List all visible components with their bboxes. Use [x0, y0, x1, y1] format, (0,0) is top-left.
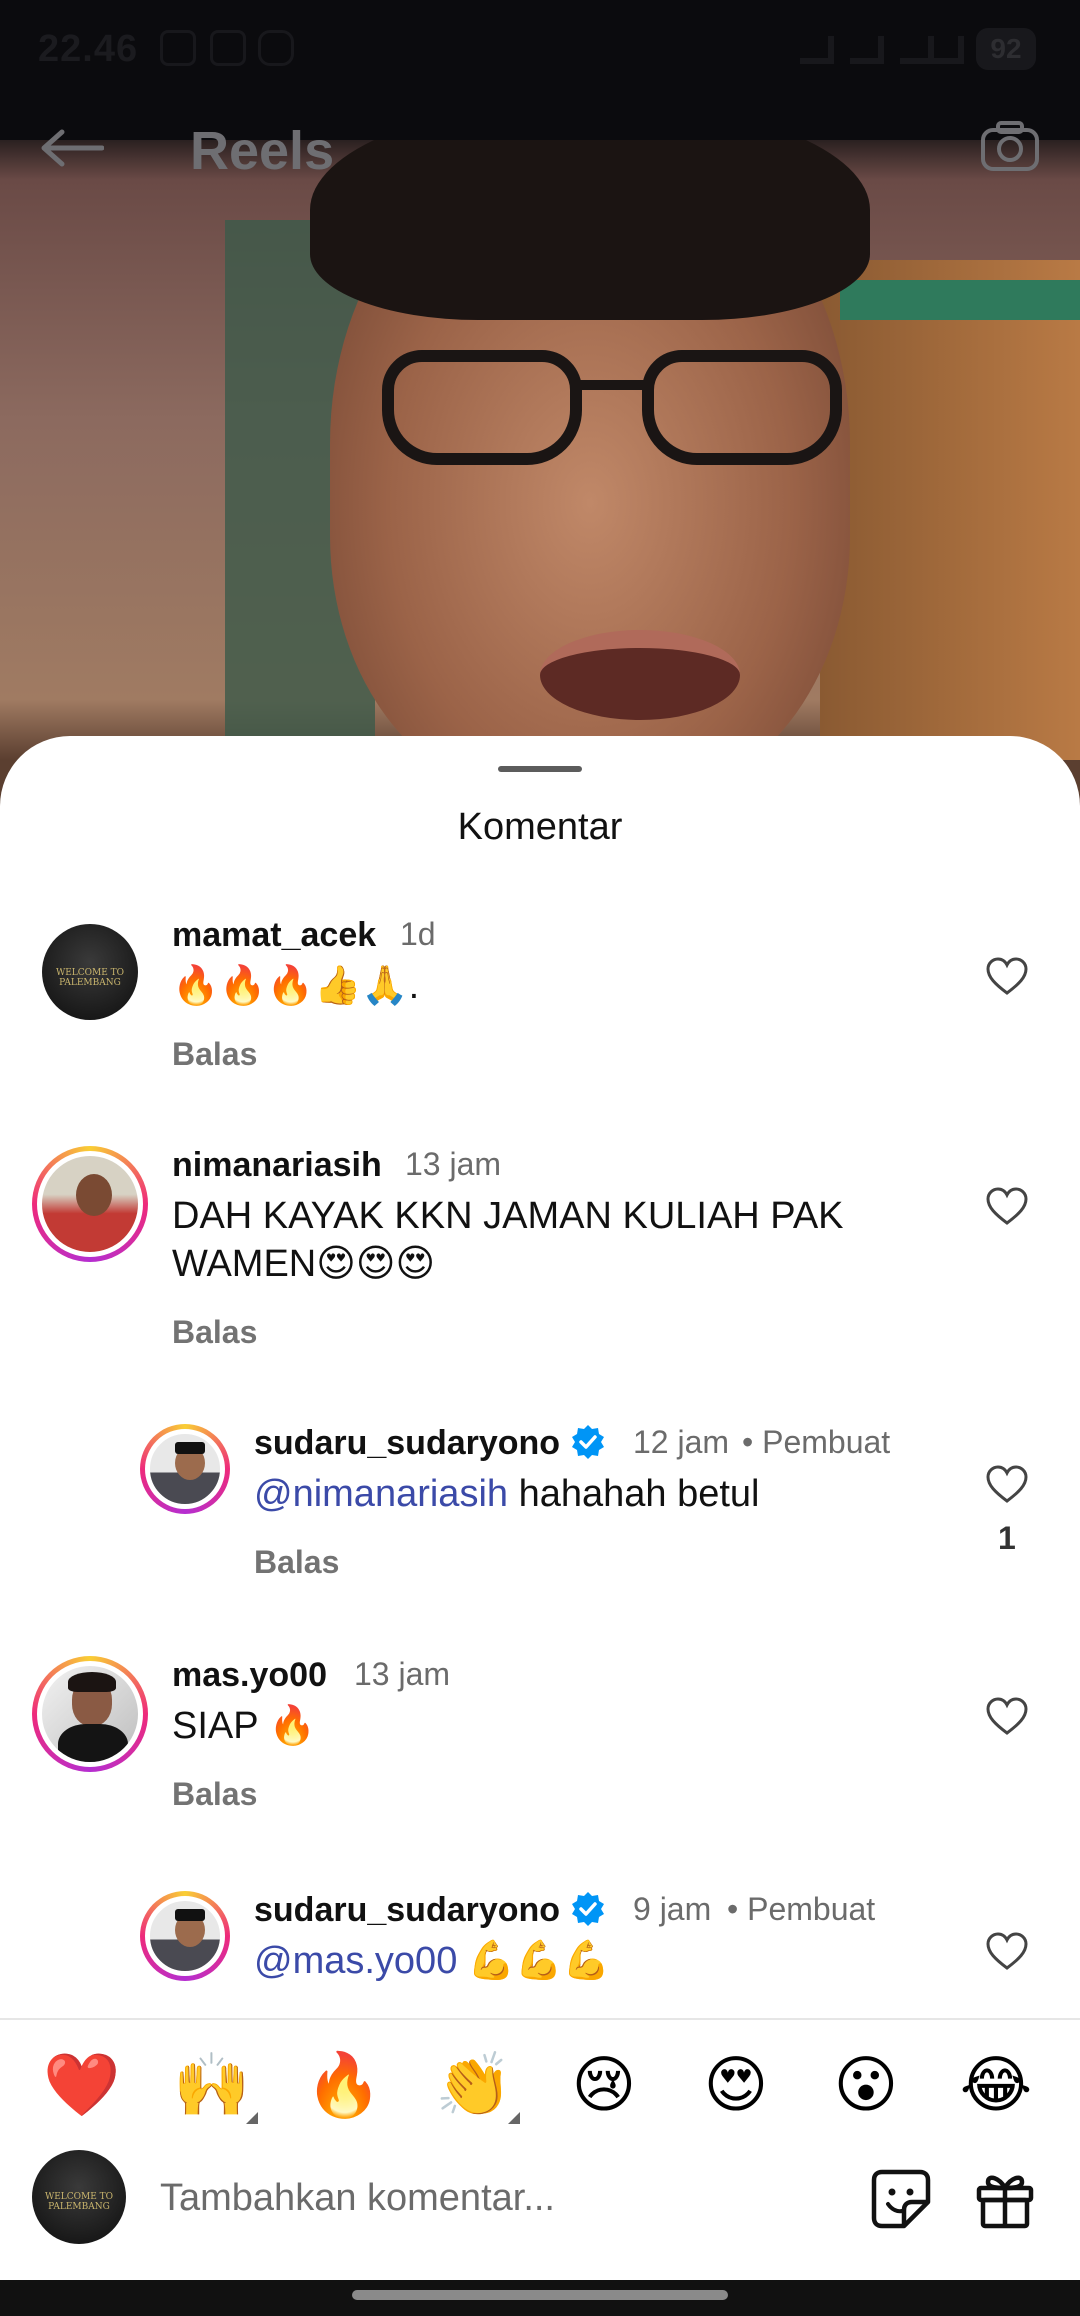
- top-bar: Reels: [0, 110, 1080, 190]
- like-count: 1: [998, 1520, 1016, 1556]
- creator-label: • Pembuat: [727, 1891, 876, 1927]
- comment-body: 💪💪💪: [457, 1940, 610, 1982]
- system-nav-bar: [0, 2280, 1080, 2316]
- comment-text: 🔥🔥🔥👍🙏.: [172, 965, 420, 1007]
- comment-text: @nimanariasih hahahah betul: [254, 1470, 759, 1518]
- reaction-surprised-emoji[interactable]: 😮: [826, 2046, 906, 2126]
- reaction-clap-emoji[interactable]: 👏: [434, 2046, 520, 2126]
- like-heart-icon[interactable]: [985, 1186, 1029, 1226]
- comment-text: SIAP 🔥: [172, 1705, 316, 1747]
- home-gesture-pill[interactable]: [352, 2290, 728, 2300]
- back-arrow-icon[interactable]: [40, 128, 104, 168]
- quick-reaction-bar: ❤️ 🙌 🔥 👏 😢 😍 😮 😂: [0, 2018, 1080, 2148]
- like-heart-icon[interactable]: [985, 1931, 1029, 1971]
- notification-icon: [160, 30, 196, 66]
- comment-time: 9 jam: [633, 1891, 712, 1927]
- verified-badge-icon: [572, 1892, 605, 1926]
- reaction-heart-eyes-emoji[interactable]: 😍: [696, 2046, 776, 2126]
- background-cabinet: [820, 260, 1080, 760]
- comment-text: @mas.yo00 💪💪💪: [254, 1937, 610, 1985]
- my-avatar: WELCOME TO PALEMBANG: [32, 2150, 126, 2244]
- like-heart-icon[interactable]: [985, 1464, 1029, 1504]
- background-strip: [840, 280, 1080, 320]
- comment-username[interactable]: sudaru_sudaryono: [254, 1891, 606, 1930]
- username-text: sudaru_sudaryono: [254, 1424, 561, 1462]
- mention-link[interactable]: @mas.yo00: [254, 1940, 457, 1982]
- reaction-fire-emoji[interactable]: 🔥: [304, 2046, 384, 2126]
- comment-input[interactable]: Tambahkan komentar...: [160, 2168, 760, 2228]
- avatar-logo-text: WELCOME TO PALEMBANG: [44, 2192, 114, 2212]
- avatar[interactable]: WELCOME TO PALEMBANG: [42, 924, 138, 1020]
- instagram-icon: [258, 30, 294, 66]
- mention-link[interactable]: @nimanariasih: [254, 1473, 508, 1515]
- reaction-laughing-emoji[interactable]: 😂: [956, 2046, 1036, 2126]
- person-mouth: [540, 630, 740, 720]
- notification-icon: [210, 30, 246, 66]
- comment-username[interactable]: mamat_acek: [172, 916, 376, 955]
- gift-icon[interactable]: [974, 2168, 1036, 2230]
- drag-handle[interactable]: [498, 766, 582, 772]
- reaction-raised-hands-emoji[interactable]: 🙌: [172, 2046, 258, 2126]
- avatar[interactable]: [140, 1891, 230, 1981]
- comment-username[interactable]: nimanariasih: [172, 1146, 382, 1185]
- like-heart-icon[interactable]: [985, 956, 1029, 996]
- comment-time: 12 jam: [633, 1424, 730, 1460]
- page-title: Reels: [190, 121, 335, 181]
- reply-button[interactable]: Balas: [172, 1776, 257, 1813]
- signal-icon: [930, 36, 964, 64]
- skin-tone-indicator: [508, 2112, 520, 2124]
- emoji-glyph: 👏: [435, 2051, 513, 2120]
- comment-time: 13 jam: [405, 1146, 502, 1182]
- comment-username[interactable]: mas.yo00: [172, 1656, 327, 1695]
- reply-button[interactable]: Balas: [254, 1544, 339, 1581]
- reaction-heart-emoji[interactable]: ❤️: [42, 2046, 122, 2126]
- comment-text-line: DAH KAYAK KKN JAMAN KULIAH PAK: [172, 1195, 844, 1237]
- comment-composer: WELCOME TO PALEMBANG Tambahkan komentar.…: [0, 2150, 1080, 2280]
- comment-body: hahahah betul: [508, 1473, 760, 1515]
- status-time: 22.46: [38, 28, 139, 70]
- reply-button[interactable]: Balas: [172, 1036, 257, 1073]
- signal-icon: [850, 36, 884, 64]
- reaction-crying-emoji[interactable]: 😢: [564, 2046, 644, 2126]
- comment-username[interactable]: sudaru_sudaryono: [254, 1424, 606, 1463]
- comment-time: 13 jam: [354, 1656, 451, 1692]
- sheet-title: Komentar: [457, 806, 623, 848]
- like-heart-icon[interactable]: [985, 1696, 1029, 1736]
- comment-time: 1d: [400, 916, 436, 952]
- verified-badge-icon: [572, 1425, 605, 1459]
- creator-label: • Pembuat: [742, 1424, 891, 1460]
- avatar[interactable]: [140, 1424, 230, 1514]
- comment-text-line: WAMEN😍😍😍: [172, 1243, 436, 1285]
- skin-tone-indicator: [246, 2112, 258, 2124]
- emoji-glyph: 🙌: [173, 2051, 251, 2120]
- person-glasses: [382, 350, 842, 470]
- wifi-icon: [900, 36, 934, 64]
- username-text: sudaru_sudaryono: [254, 1891, 561, 1929]
- sticker-icon[interactable]: [870, 2168, 932, 2230]
- avatar[interactable]: [32, 1656, 148, 1772]
- avatar[interactable]: [32, 1146, 148, 1262]
- avatar-logo-text: WELCOME TO PALEMBANG: [55, 968, 125, 988]
- mute-icon: [800, 36, 834, 64]
- reel-video[interactable]: [0, 140, 1080, 760]
- battery-indicator: 92: [976, 28, 1036, 70]
- camera-icon[interactable]: [980, 120, 1040, 172]
- reply-button[interactable]: Balas: [172, 1314, 257, 1351]
